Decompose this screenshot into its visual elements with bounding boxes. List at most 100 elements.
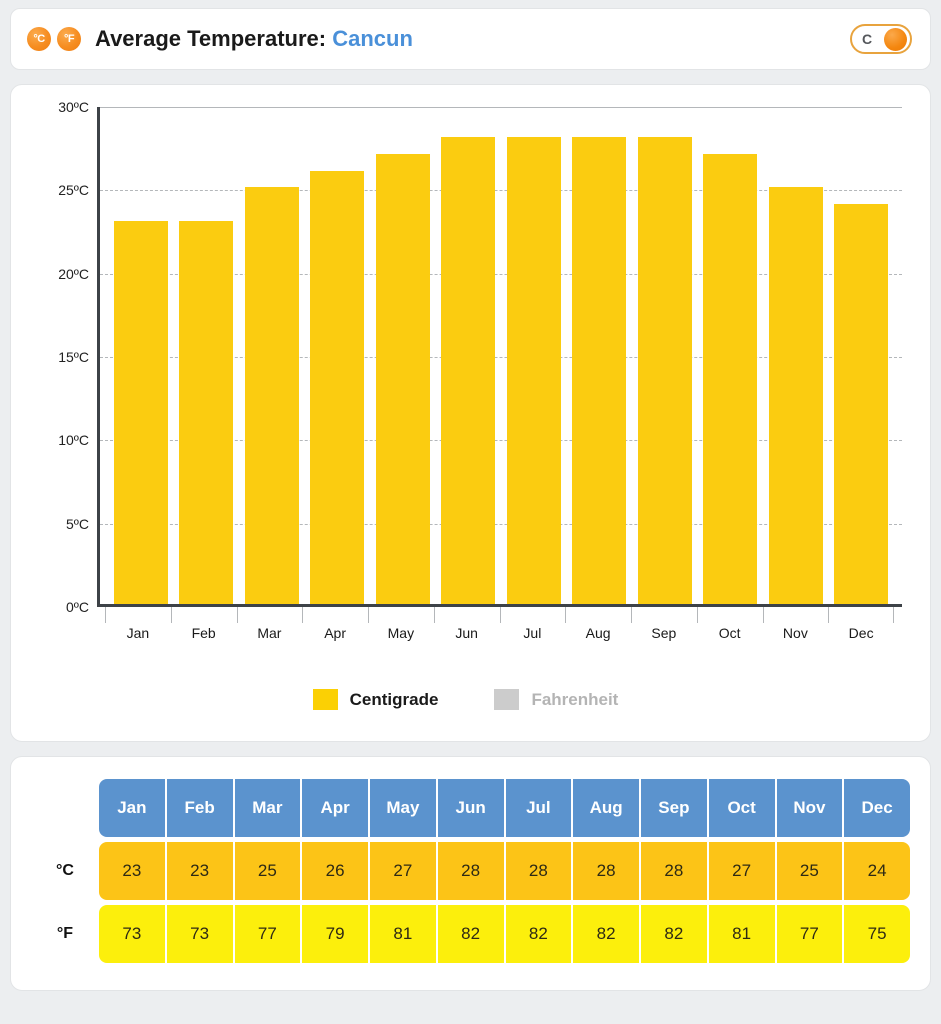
table-celsius-cell: 28 — [437, 842, 504, 900]
x-axis-tick-label: Aug — [585, 625, 611, 641]
bar-slot — [436, 107, 502, 604]
x-axis-tick — [302, 607, 368, 623]
table-fahrenheit-cell: 77 — [234, 905, 301, 963]
legend-item-fahrenheit[interactable]: Fahrenheit — [494, 689, 618, 710]
x-axis-tick — [696, 607, 763, 623]
x-axis-tick — [565, 607, 631, 623]
x-axis-ticks — [97, 607, 902, 623]
x-axis-tick-label: Sep — [651, 625, 677, 641]
bar-slot — [763, 107, 829, 604]
bar-slot — [567, 107, 633, 604]
city-name: Cancun — [332, 26, 413, 51]
table-celsius-cell: 23 — [99, 842, 165, 900]
table-fahrenheit-cell: 75 — [844, 905, 910, 963]
table-header-cell: Mar — [234, 779, 301, 837]
x-axis-tick — [170, 607, 237, 623]
x-axis-tick-label: Jun — [455, 625, 478, 641]
table-header-cell: Jun — [437, 779, 504, 837]
x-axis-tick-label: Oct — [718, 625, 741, 641]
bar-slot — [829, 107, 895, 604]
legend-swatch-fahrenheit-icon — [494, 689, 520, 710]
x-axis-tick-label: Apr — [324, 625, 347, 641]
table-celsius-cell: 27 — [708, 842, 775, 900]
x-axis-tick-label: Mar — [257, 625, 282, 641]
bar-slot — [501, 107, 567, 604]
chart-bar[interactable] — [375, 154, 430, 604]
table-fahrenheit-cell: 82 — [573, 905, 639, 963]
x-axis-tick — [631, 607, 697, 623]
legend-item-centigrade[interactable]: Centigrade — [312, 689, 439, 710]
chart-bar[interactable] — [834, 204, 889, 604]
chart-bar[interactable] — [637, 137, 692, 604]
table-celsius-cells: 23 23 25 26 27 28 28 28 28 27 25 24 — [99, 842, 910, 900]
table-celsius-cell: 26 — [302, 842, 368, 900]
table-fahrenheit-cell: 81 — [708, 905, 775, 963]
table-header-cell: May — [370, 779, 436, 837]
chart-legend: Centigrade Fahrenheit — [29, 689, 902, 710]
chart-bar[interactable] — [768, 187, 823, 604]
celsius-badge-icon[interactable]: °C — [27, 27, 51, 51]
table-corner-spacer — [31, 779, 99, 837]
table-fahrenheit-cell: 82 — [437, 905, 504, 963]
bar-series-centigrade — [100, 107, 902, 604]
table-fahrenheit-cell: 79 — [302, 905, 368, 963]
unit-toggle-switch[interactable]: C — [850, 24, 912, 54]
bar-slot — [174, 107, 240, 604]
chart-bar[interactable] — [703, 154, 758, 604]
table-header-cell: Apr — [302, 779, 368, 837]
table-celsius-cell: 27 — [370, 842, 436, 900]
table-fahrenheit-cell: 82 — [505, 905, 572, 963]
x-axis-tick — [433, 607, 500, 623]
table-row-label-fahrenheit: °F — [56, 925, 74, 942]
y-axis-tick-label: 0ºC — [65, 599, 89, 615]
fahrenheit-badge-icon[interactable]: °F — [57, 27, 81, 51]
x-axis-tick-label: Feb — [191, 625, 216, 641]
table-row-label-celsius: °C — [56, 862, 74, 879]
chart-bar[interactable] — [310, 170, 365, 604]
chart-bar[interactable] — [113, 220, 168, 604]
table-celsius-cell: 25 — [234, 842, 301, 900]
y-axis-tick-label: 15ºC — [58, 349, 89, 365]
chart-bar[interactable] — [506, 137, 561, 604]
legend-swatch-centigrade-icon — [312, 689, 338, 710]
y-axis-tick-label: 25ºC — [58, 182, 89, 199]
page-title-prefix: Average Temperature: — [95, 26, 327, 51]
table-celsius-cell: 28 — [641, 842, 707, 900]
table-header-cell: Dec — [844, 779, 910, 837]
bar-slot — [370, 107, 436, 604]
table-header-cell: Sep — [641, 779, 707, 837]
bar-slot — [239, 107, 305, 604]
chart-bar[interactable] — [244, 187, 299, 604]
table-month-cells: Jan Feb Mar Apr May Jun Jul Aug Sep Oct Nov Dec — [99, 779, 910, 837]
x-axis-tick — [236, 607, 303, 623]
chart-card: 0ºC 5ºC 10ºC 15ºC 20ºC 25ºC 30ºC Jan Feb Mar Apr M… — [10, 84, 931, 742]
x-axis-tick-label: Dec — [848, 625, 874, 641]
temperature-table-card: Jan Feb Mar Apr May Jun Jul Aug Sep Oct Nov Dec °C … — [10, 756, 931, 991]
table-row-months: Jan Feb Mar Apr May Jun Jul Aug Sep Oct Nov Dec — [31, 779, 910, 837]
chart-bar[interactable] — [179, 220, 234, 604]
table-header-cell: Feb — [166, 779, 233, 837]
y-axis-tick-label: 30ºC — [58, 99, 89, 115]
bar-slot — [305, 107, 371, 604]
plot-canvas — [97, 107, 902, 607]
x-axis-tick-label: Jul — [523, 625, 542, 641]
table-header-cell: Oct — [708, 779, 775, 837]
bar-slot — [108, 107, 174, 604]
unit-toggle-knob[interactable] — [884, 27, 907, 51]
legend-label-centigrade: Centigrade — [349, 689, 439, 709]
table-fahrenheit-cell: 73 — [99, 905, 165, 963]
x-axis-tick — [499, 607, 566, 623]
y-axis-tick-label: 20ºC — [58, 265, 89, 282]
table-row-fahrenheit: °F 73 73 77 79 81 82 82 82 82 81 77 75 — [31, 905, 910, 963]
table-celsius-cell: 23 — [166, 842, 233, 900]
chart-bar[interactable] — [441, 137, 496, 604]
x-axis-tick — [368, 607, 434, 623]
legend-label-fahrenheit: Fahrenheit — [531, 689, 619, 709]
bar-slot — [698, 107, 764, 604]
x-axis-tick-label: Jan — [126, 625, 150, 641]
chart-bar[interactable] — [572, 137, 627, 604]
chart-plot-area: 0ºC 5ºC 10ºC 15ºC 20ºC 25ºC 30ºC Jan Feb Mar Apr M… — [29, 99, 902, 645]
table-celsius-cell: 25 — [776, 842, 843, 900]
table-celsius-cell: 28 — [505, 842, 572, 900]
header-card: °C °F Average Temperature: Cancun C — [10, 8, 931, 70]
